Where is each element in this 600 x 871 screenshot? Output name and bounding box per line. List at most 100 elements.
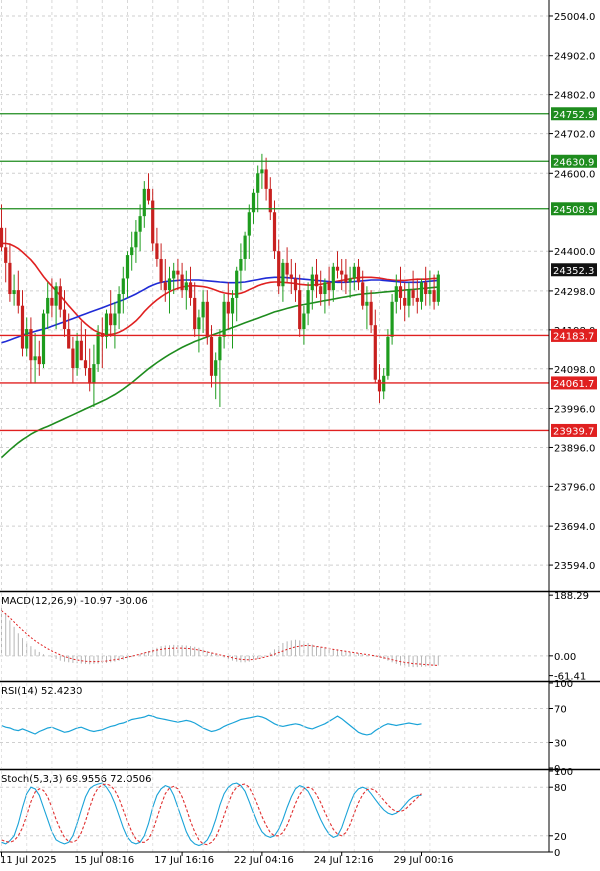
price-tick-label: 24902.0: [554, 52, 595, 63]
candle-body: [293, 278, 298, 291]
price-tick-label: 24802.0: [554, 91, 595, 102]
candle-body: [117, 294, 121, 314]
price-tick-label: 24098.0: [554, 365, 595, 376]
candle-body: [331, 266, 335, 291]
candle-body: [138, 216, 142, 232]
chart-background: [0, 0, 600, 867]
candle-body: [151, 200, 155, 244]
candle-body: [302, 313, 306, 330]
candle-body: [226, 301, 230, 314]
candle-body: [382, 375, 386, 392]
candle-body: [75, 340, 79, 369]
rsi-tick-label: 100: [554, 679, 573, 690]
candle-body: [323, 282, 327, 295]
candle-body: [29, 329, 33, 361]
price-tick-label: 24600.0: [554, 169, 595, 180]
price-tick-label: 24400.0: [554, 247, 595, 258]
level-label: 24630.9: [553, 157, 594, 168]
candle-body: [436, 274, 440, 302]
candle-body: [109, 313, 113, 326]
level-label: 24508.9: [553, 205, 594, 216]
candle-body: [159, 258, 163, 283]
rsi-tick-label: 70: [554, 705, 567, 716]
candle-body: [424, 282, 428, 295]
candle-body: [239, 258, 243, 271]
candle-body: [58, 286, 62, 310]
candle-body: [25, 329, 29, 349]
candle-body: [125, 255, 130, 279]
candle-body: [411, 290, 415, 298]
candle-body: [361, 282, 365, 306]
candle-body: [243, 235, 247, 259]
x-tick-label: 11 Jul 2025: [0, 855, 57, 866]
candle-body: [184, 282, 188, 291]
x-tick-label: 24 Jul 12:16: [314, 855, 374, 866]
candle-body: [348, 278, 352, 283]
candle-body: [386, 336, 390, 376]
candle-body: [327, 282, 331, 291]
candle-body: [310, 274, 314, 291]
chart-canvas: 25004.0 24902.0 24802.0 24702.0 24600.0 24400…: [0, 0, 600, 867]
candle-body: [298, 290, 302, 330]
candle-body: [130, 247, 134, 256]
chart-root: 25004.0 24902.0 24802.0 24702.0 24600.0 24400…: [0, 0, 600, 867]
stoch-tick-label: 0: [554, 848, 560, 859]
candle-body: [340, 270, 344, 275]
candle-body: [222, 301, 226, 337]
candle-body: [314, 274, 319, 287]
candle-body: [67, 329, 71, 349]
candle-body: [365, 301, 369, 306]
candle-body: [134, 231, 138, 248]
candle-body: [163, 282, 167, 291]
candle-body: [260, 169, 264, 174]
candle-body: [12, 290, 16, 295]
candle-body: [88, 368, 92, 384]
current-price-label: 24352.3: [553, 266, 594, 277]
candle-body: [180, 274, 184, 291]
candle-body: [92, 364, 96, 384]
price-tick-label: 25004.0: [554, 12, 595, 23]
x-tick-label: 22 Jul 04:16: [234, 855, 294, 866]
candle-body: [41, 313, 46, 365]
candle-body: [230, 297, 235, 314]
candle-body: [209, 336, 214, 376]
rsi-tick-label: 30: [554, 739, 567, 750]
candle-body: [4, 247, 8, 263]
candle-body: [96, 332, 100, 365]
candle-body: [394, 286, 398, 302]
price-tick-label: 24298.0: [554, 287, 595, 298]
price-tick-label: 24702.0: [554, 130, 595, 141]
price-tick-label: 23594.0: [554, 561, 595, 572]
macd-title: MACD(12,26,9) -10.97 -30.06: [1, 596, 148, 607]
price-tick-label: 23996.0: [554, 405, 595, 416]
candle-body: [104, 313, 109, 337]
candle-body: [79, 340, 83, 361]
stoch-tick-label: 80: [554, 783, 567, 794]
candle-body: [37, 356, 41, 365]
level-label: 24183.7: [553, 331, 594, 342]
x-tick-label: 15 Jul 08:16: [74, 855, 134, 866]
candle-body: [428, 290, 432, 295]
stoch-title: Stoch(5,3,3) 69.9556 72.0506: [1, 774, 152, 785]
candle-body: [344, 274, 348, 283]
candle-body: [54, 286, 58, 306]
stoch-tick-label: 100: [554, 767, 573, 778]
candle-body: [335, 266, 340, 271]
candle-body: [197, 317, 201, 330]
candle-body: [285, 262, 289, 275]
candle-body: [146, 188, 151, 201]
candle-body: [167, 278, 172, 291]
candle-body: [0, 227, 4, 248]
candle-body: [50, 297, 54, 306]
candle-body: [407, 290, 411, 306]
candle-body: [319, 286, 323, 295]
candle-body: [121, 278, 125, 295]
candle-body: [142, 188, 146, 217]
candle-body: [432, 290, 436, 302]
candle-body: [214, 360, 218, 376]
level-label: 23939.7: [553, 426, 594, 437]
candle-body: [8, 262, 12, 295]
candle-body: [62, 309, 67, 330]
candle-body: [373, 325, 377, 380]
candle-body: [20, 305, 25, 349]
